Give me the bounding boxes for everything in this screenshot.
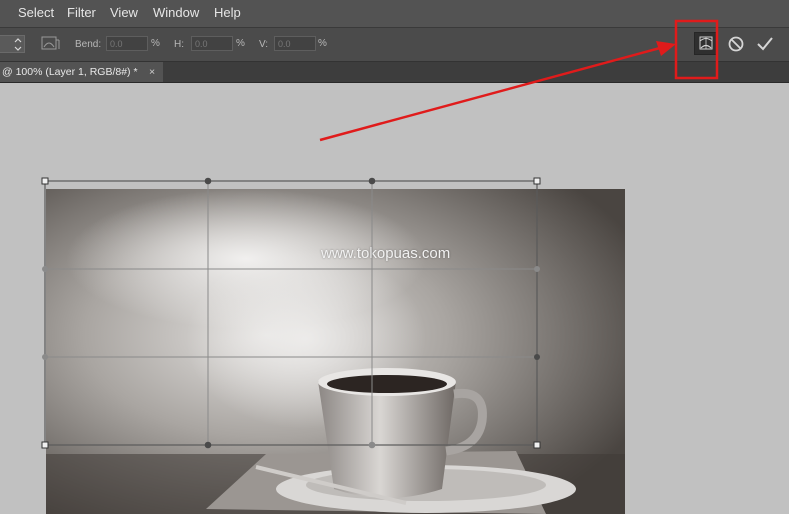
warp-bounding-box <box>44 180 538 446</box>
control-point[interactable] <box>368 177 376 185</box>
control-point[interactable] <box>534 354 540 360</box>
warp-control-points[interactable] <box>42 177 540 449</box>
corner-handle-top-left[interactable] <box>41 177 49 185</box>
annotation-highlight-box <box>674 19 719 80</box>
corner-handle-bottom-left[interactable] <box>41 441 49 449</box>
warp-corner-handles[interactable] <box>41 177 541 449</box>
control-point[interactable] <box>368 441 376 449</box>
warp-grid[interactable] <box>44 180 538 446</box>
annotation-arrow <box>319 41 676 142</box>
control-point[interactable] <box>204 177 212 185</box>
corner-handle-bottom-right[interactable] <box>533 441 541 449</box>
control-point[interactable] <box>42 266 48 272</box>
corner-handle-top-right[interactable] <box>533 177 541 185</box>
warp-overlay <box>41 19 719 449</box>
control-point[interactable] <box>534 266 540 272</box>
control-point[interactable] <box>204 441 212 449</box>
control-point[interactable] <box>42 354 48 360</box>
